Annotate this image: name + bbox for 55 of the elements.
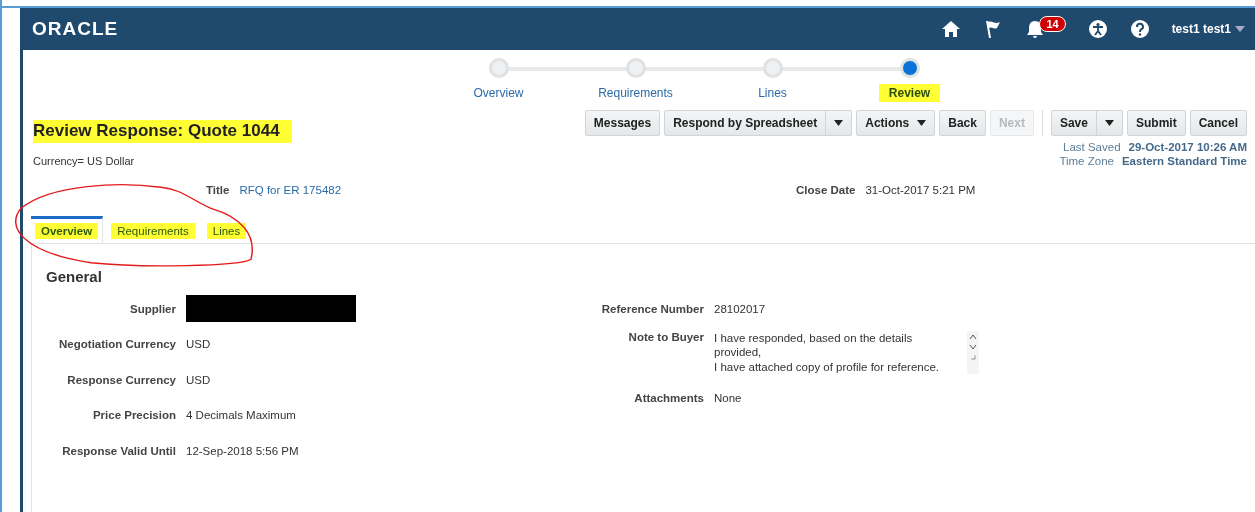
field-value: 31-Oct-2017 5:21 PM [865, 184, 976, 196]
field-label: Reference Number [600, 302, 704, 315]
train-step-dot[interactable] [899, 58, 920, 78]
button[interactable]: Messages [584, 110, 661, 136]
currency-text: Currency= US Dollar [33, 155, 136, 167]
train-step-dot[interactable] [762, 58, 783, 78]
split-button[interactable]: Save [1050, 110, 1123, 136]
field-label: Supplier [129, 302, 176, 315]
scrollbar[interactable] [967, 330, 979, 374]
caret-icon [1235, 26, 1245, 32]
notification-badge: 14 [1039, 16, 1066, 32]
train-step-dot[interactable] [625, 58, 646, 78]
field-label: Title [206, 184, 230, 196]
info-value: Eastern Standard Time [1121, 154, 1247, 168]
button[interactable]: Submit [1126, 110, 1186, 136]
tab[interactable]: Lines [202, 216, 251, 243]
train-step-link[interactable]: Lines [748, 84, 797, 102]
resize-grip-icon[interactable] [970, 353, 976, 360]
caret-icon [1104, 120, 1114, 126]
field-label: Negotiation Currency [58, 338, 176, 351]
field-value: 4 Decimals Maximum [186, 409, 296, 422]
button[interactable]: Cancel [1189, 110, 1247, 136]
title-link[interactable]: RFQ for ER 175482 [239, 184, 342, 196]
field-label: Note to Buyer [627, 330, 704, 343]
field-value: 12-Sep-2018 5:56 PM [186, 444, 299, 457]
user-menu[interactable]: test1 test1 [1171, 22, 1245, 36]
field-label: Attachments [633, 392, 704, 405]
home-icon[interactable] [941, 20, 962, 38]
button[interactable]: Back [939, 110, 986, 136]
menu-button[interactable]: Actions [856, 110, 936, 136]
split-button[interactable]: Respond by Spreadsheet [664, 110, 853, 136]
train-step-link[interactable]: Review [878, 84, 941, 102]
accessibility-icon[interactable] [1087, 19, 1108, 39]
info-value: 29-Oct-2017 10:26 AM [1128, 140, 1247, 154]
field-label: Close Date [796, 184, 856, 196]
info-label: Last Saved [1063, 140, 1121, 154]
train-step-link[interactable]: Overview [463, 84, 534, 102]
field-value: 28102017 [714, 302, 766, 315]
train-step-link[interactable]: Requirements [588, 84, 683, 102]
bell-icon[interactable] [1025, 19, 1046, 39]
field-value: USD [186, 338, 211, 351]
field-label: Response Currency [66, 373, 176, 386]
section-title: General [46, 268, 103, 285]
caret-icon [834, 120, 844, 126]
field-label: Price Precision [91, 409, 176, 422]
note-field[interactable]: I have responded, based on the details provided, I have attached copy of profile for reference. [714, 330, 959, 374]
train-step-dot[interactable] [488, 58, 509, 78]
field-value: USD [186, 373, 211, 386]
page-title: Review Response: Quote 1044 [33, 120, 292, 143]
help-icon[interactable] [1129, 19, 1150, 39]
logo: ORACLE [32, 18, 119, 40]
caret-icon [917, 120, 927, 126]
info-label: Time Zone [1059, 154, 1114, 168]
field-label: Response Valid Until [61, 444, 176, 457]
field-value: None [714, 392, 742, 405]
